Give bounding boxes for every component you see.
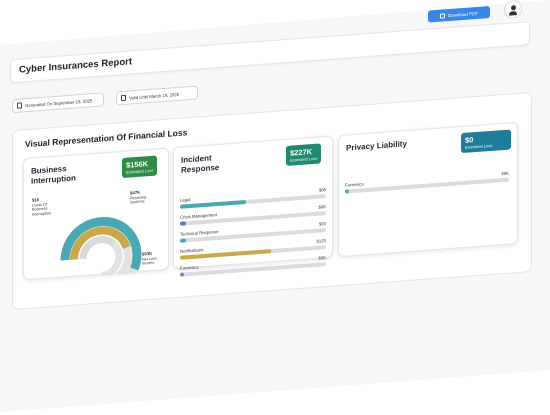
shield-icon [121, 94, 126, 102]
generated-date-pill: Generated On September 19, 2025 [12, 92, 104, 114]
incident-response-sub: Estimated Loss [290, 155, 318, 163]
calendar-icon [17, 102, 22, 109]
download-pdf-label: Download PDF [447, 10, 479, 18]
privacy-liability-badge: $0 Estimated Loss [461, 129, 511, 154]
annotation-segment-1: $47K Restoring Systems [130, 189, 147, 205]
radial-segment-2 [79, 236, 117, 260]
incident-response-title: Incident Response [181, 153, 220, 175]
incident-response-bar-fill [180, 221, 186, 226]
incident-response-bar-fill [180, 238, 186, 243]
incident-response-label: Legal [180, 197, 191, 203]
annotation-segment-0: $16 Costs Of Business Interruption [32, 197, 52, 217]
incident-response-label: Forensics [180, 264, 199, 271]
incident-response-card: Incident Response $227K Estimated Loss L… [173, 135, 333, 277]
user-avatar[interactable] [504, 0, 522, 19]
privacy-liability-bar-track [345, 177, 509, 194]
title-bar: Cyber Insurances Report [10, 21, 530, 84]
business-interruption-card: Business Interruption $156K Estimated Lo… [23, 147, 169, 282]
page-title: Cyber Insurances Report [19, 56, 132, 76]
incident-response-amount: $0K [318, 255, 326, 261]
incident-response-badge: $227K Estimated Loss [286, 143, 322, 166]
valid-until-pill: Valid Until March 19, 2026 [116, 85, 198, 106]
privacy-liability-title: Privacy Liability [346, 139, 407, 153]
report-screen: Download PDF Cyber Insurances Report Gen… [0, 0, 550, 415]
section-title: Visual Representation Of Financial Loss [25, 127, 188, 150]
incident-response-label: Notifications [180, 247, 204, 254]
generated-date: Generated On September 19, 2025 [25, 97, 93, 108]
incident-response-amount: $6K [318, 204, 326, 210]
incident-response-bar-fill [180, 272, 184, 277]
privacy-liability-bar-fill [345, 189, 349, 194]
privacy-liability-amount: $0K [501, 170, 509, 177]
document-icon [439, 12, 445, 19]
privacy-liability-label: Forensics [345, 181, 364, 188]
incident-response-bar-track [180, 262, 326, 277]
user-icon [510, 5, 516, 11]
incident-response-amount: $120 [316, 238, 326, 244]
financial-loss-panel: Visual Representation Of Financial Loss … [12, 91, 532, 311]
privacy-liability-row: Forensics $0K [345, 171, 509, 197]
incident-response-amount: $93 [318, 221, 326, 227]
privacy-liability-card: Privacy Liability $0 Estimated Loss Fore… [338, 121, 518, 258]
download-pdf-button[interactable]: Download PDF [428, 6, 490, 23]
valid-until-date: Valid Until March 19, 2026 [129, 91, 180, 101]
annotation-segment-2: $93K Net Loss Income [142, 250, 157, 266]
incident-response-amount: $85 [318, 187, 326, 193]
